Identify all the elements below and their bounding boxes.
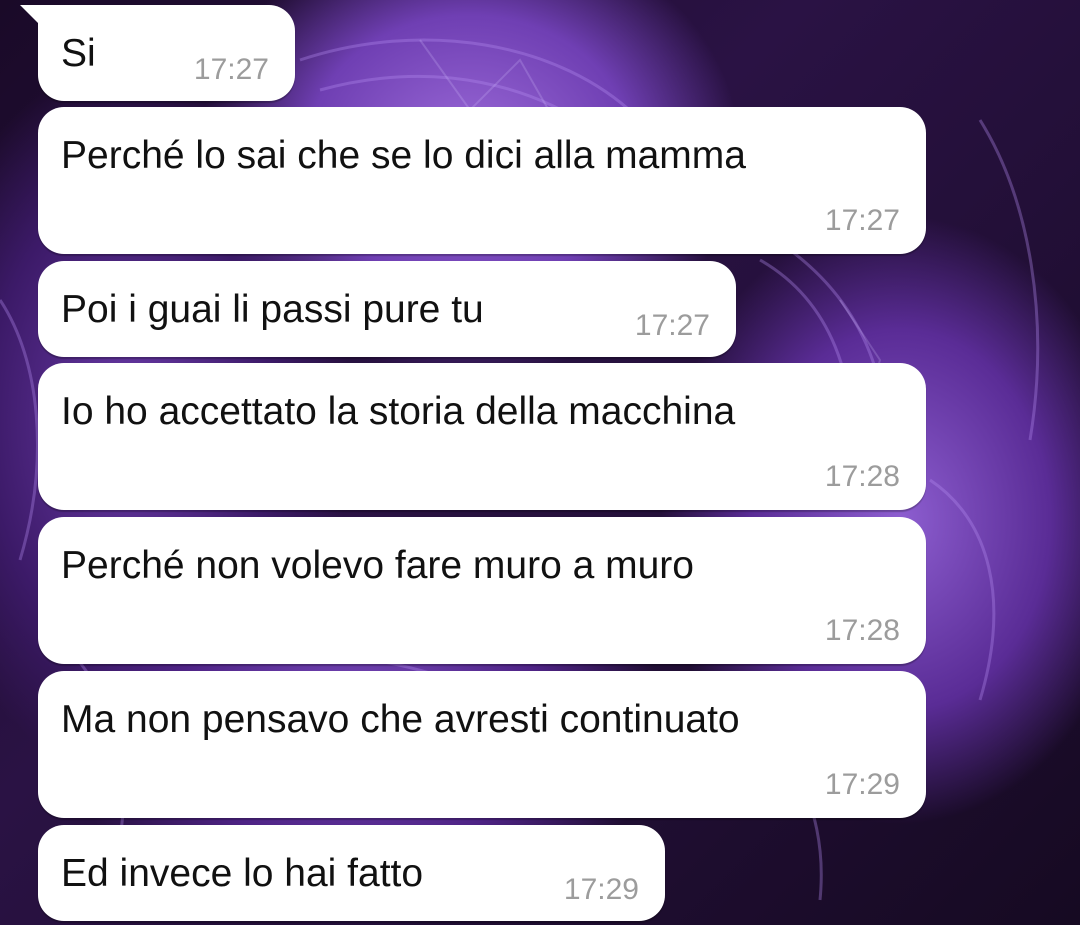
message-bubble[interactable]: Poi i guai li passi pure tu 17:27 [38, 261, 736, 357]
message-text: Ma non pensavo che avresti continuato [61, 698, 740, 741]
message-timestamp: 17:29 [824, 768, 900, 801]
message-timestamp: 17:28 [824, 614, 900, 647]
message-bubble[interactable]: Io ho accettato la storia della macchina… [38, 363, 926, 510]
message-timestamp: 17:27 [824, 204, 900, 237]
message-text: Io ho accettato la storia della macchina [61, 390, 736, 433]
bubble-tail [20, 5, 42, 27]
message-bubble[interactable]: Perché lo sai che se lo dici alla mamma … [38, 107, 926, 254]
message-bubble[interactable]: Perché non volevo fare muro a muro 17:28 [38, 517, 926, 664]
message-text: Poi i guai li passi pure tu [61, 288, 484, 331]
message-text: Ed invece lo hai fatto [61, 852, 424, 895]
message-bubble[interactable]: Ed invece lo hai fatto 17:29 [38, 825, 665, 921]
message-timestamp: 17:29 [563, 873, 639, 906]
message-timestamp: 17:27 [634, 309, 710, 342]
message-text: Perché lo sai che se lo dici alla mamma [61, 134, 746, 177]
chat-message-list[interactable]: Si 17:27 Perché lo sai che se lo dici al… [0, 0, 1080, 925]
message-timestamp: 17:27 [193, 53, 269, 86]
message-bubble[interactable]: Si 17:27 [20, 5, 295, 101]
message-text: Si [61, 32, 96, 75]
message-bubble[interactable]: Ma non pensavo che avresti continuato 17… [38, 671, 926, 818]
message-text: Perché non volevo fare muro a muro [61, 544, 694, 587]
message-timestamp: 17:28 [824, 460, 900, 493]
